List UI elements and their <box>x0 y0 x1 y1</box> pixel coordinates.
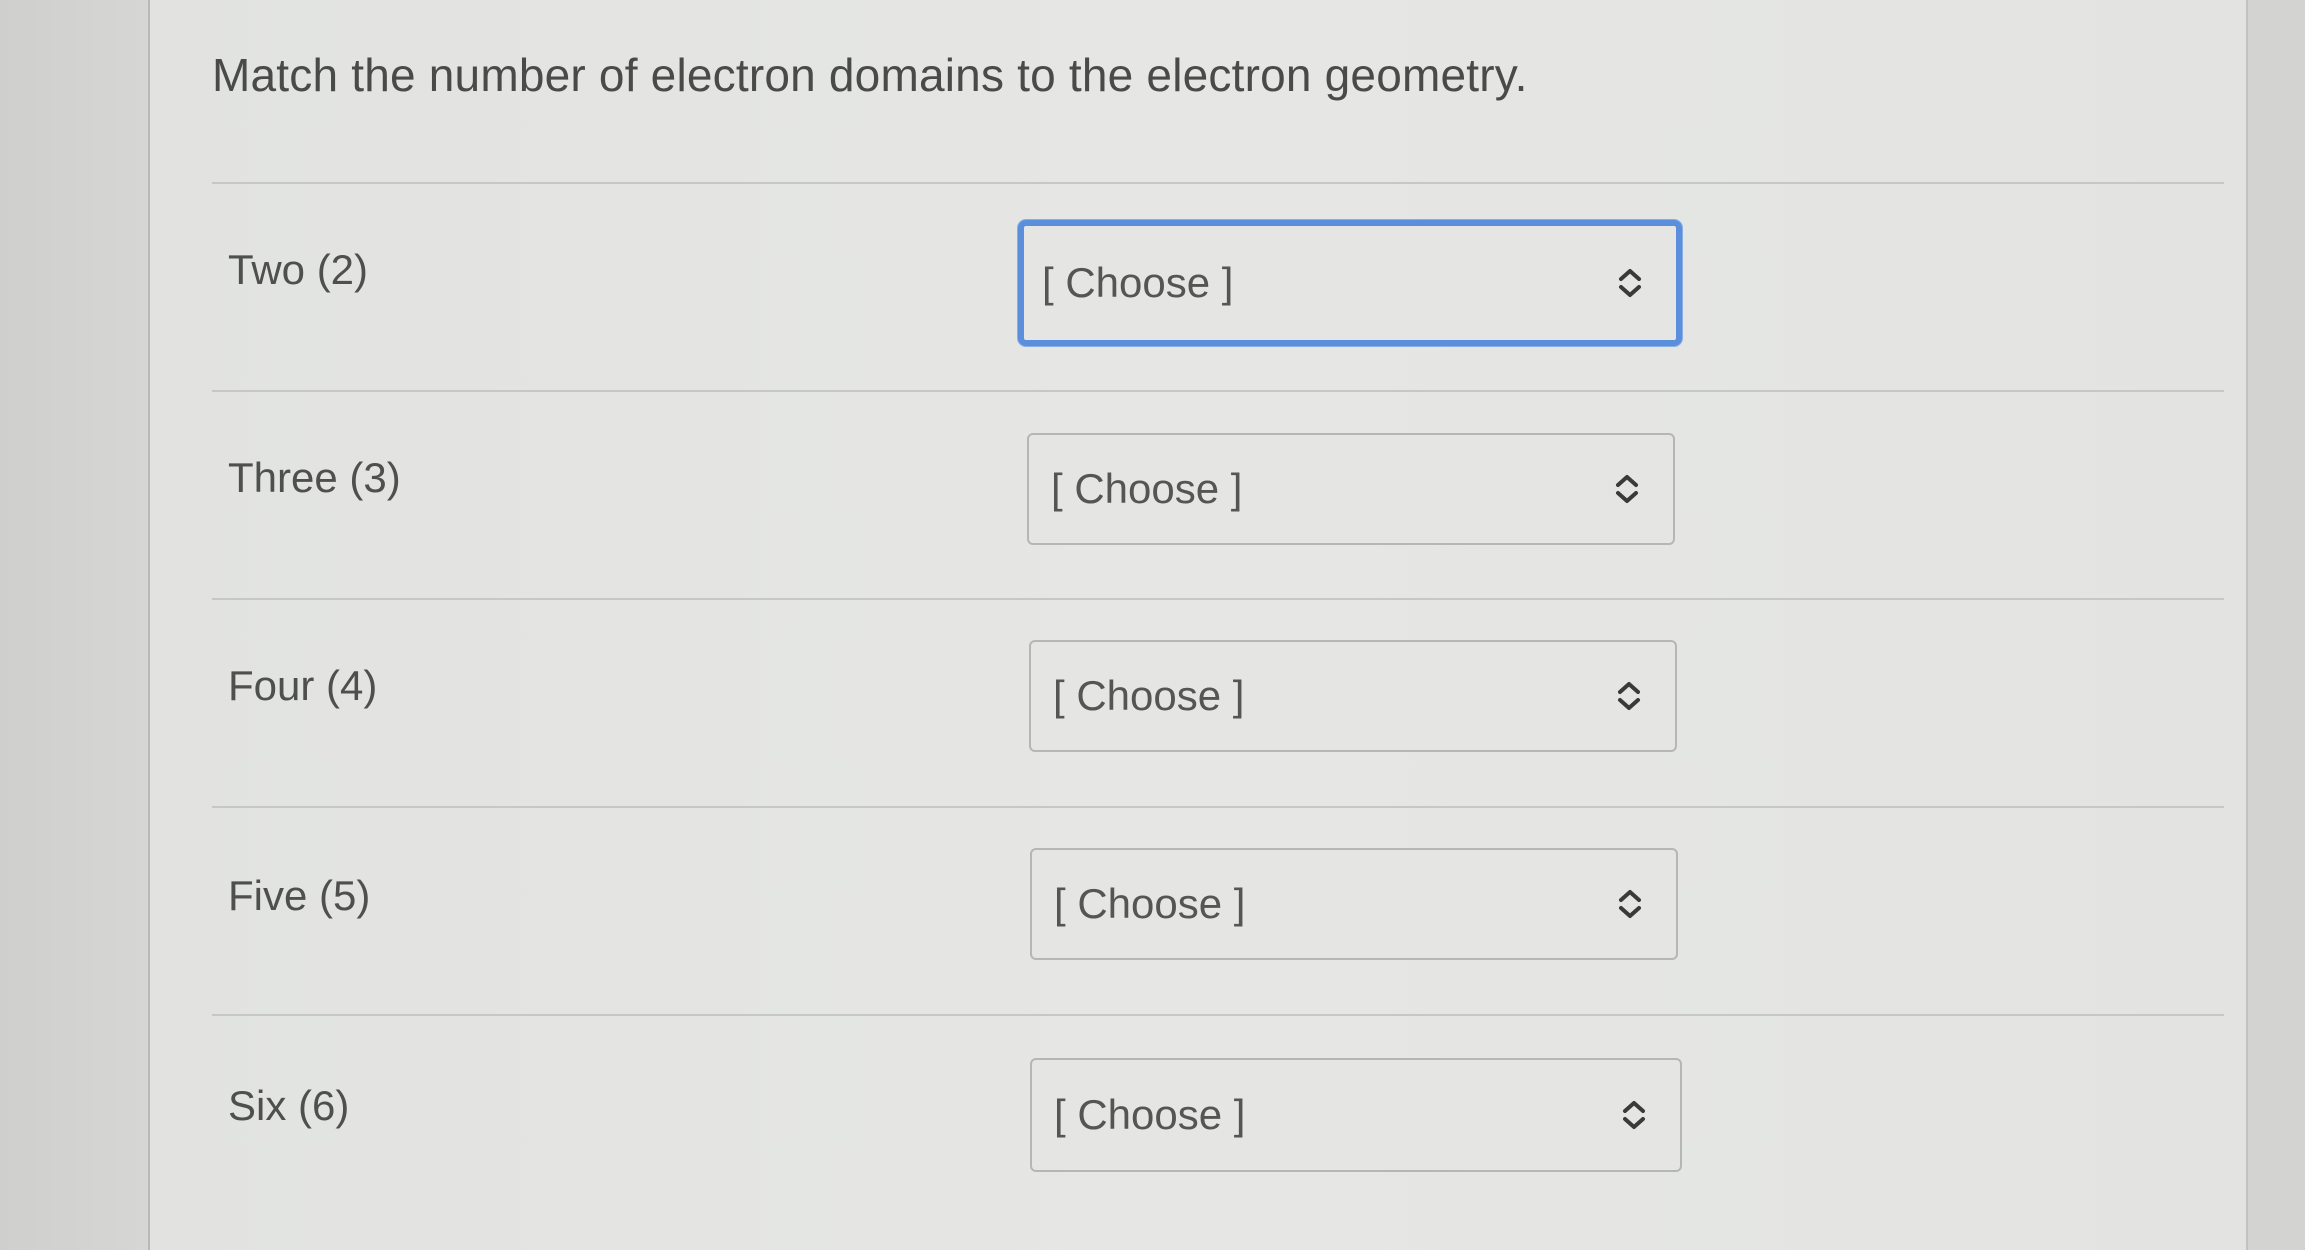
select-four[interactable]: [ Choose ] <box>1029 640 1677 752</box>
chevron-up-down-icon <box>1619 269 1641 297</box>
select-six[interactable]: [ Choose ] <box>1030 1058 1682 1172</box>
divider <box>212 806 2224 808</box>
chevron-up-down-icon <box>1619 890 1641 918</box>
select-value: [ Choose ] <box>1042 259 1234 306</box>
select-value: [ Choose ] <box>1053 672 1245 719</box>
select-value: [ Choose ] <box>1054 880 1246 927</box>
select-two[interactable]: [ Choose ] <box>1018 220 1682 346</box>
select-value: [ Choose ] <box>1051 465 1243 512</box>
right-gutter <box>2248 0 2305 1250</box>
row-label-six: Six (6) <box>228 1082 350 1129</box>
row-label-four: Four (4) <box>228 662 378 709</box>
chevron-up-down-icon <box>1616 475 1638 503</box>
select-value: [ Choose ] <box>1054 1091 1246 1138</box>
chevron-up-down-icon <box>1618 682 1640 710</box>
select-five[interactable]: [ Choose ] <box>1030 848 1678 960</box>
row-label-three: Three (3) <box>228 454 401 501</box>
row-label-two: Two (2) <box>228 246 369 293</box>
question-text: Match the number of electron domains to … <box>212 49 1528 101</box>
select-three[interactable]: [ Choose ] <box>1027 433 1675 545</box>
left-gutter <box>0 0 148 1250</box>
divider <box>212 390 2224 392</box>
chevron-up-down-icon <box>1623 1101 1645 1129</box>
divider <box>212 1014 2224 1016</box>
divider <box>212 598 2224 600</box>
row-label-five: Five (5) <box>228 872 371 919</box>
divider <box>212 182 2224 184</box>
